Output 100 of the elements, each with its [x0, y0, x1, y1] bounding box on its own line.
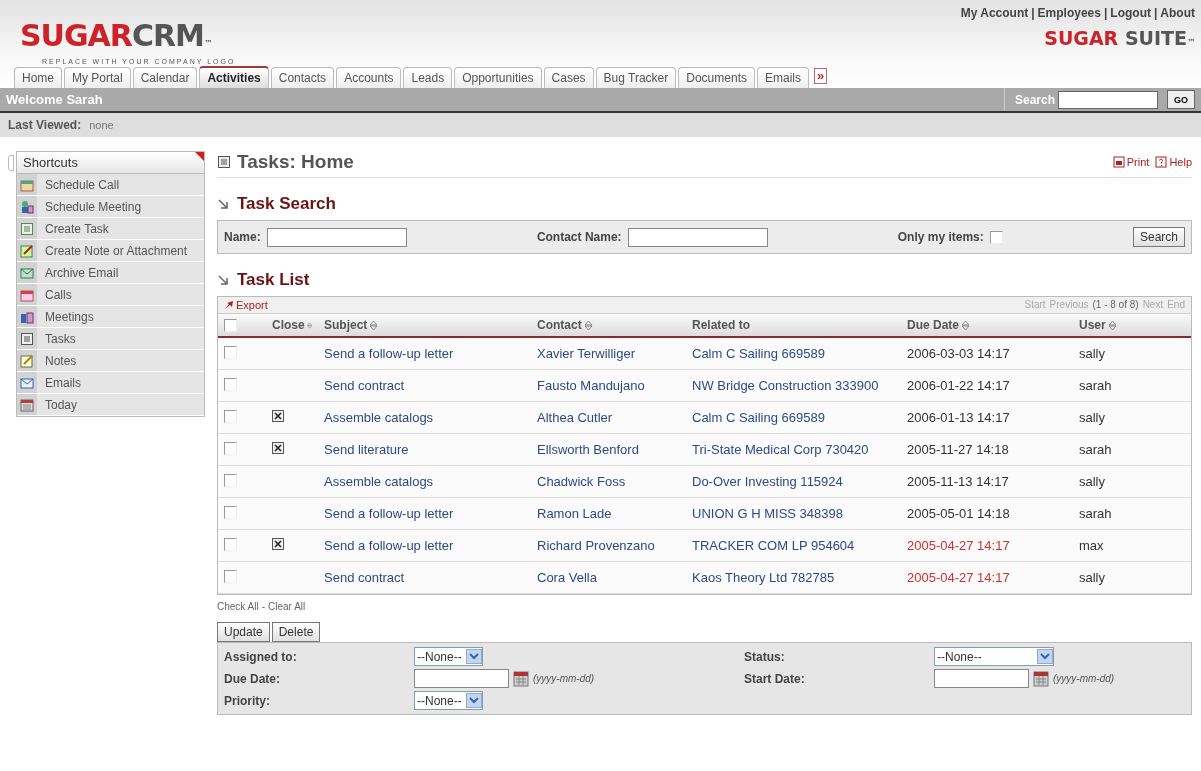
dropdown-field[interactable]: --None-- — [934, 647, 1054, 666]
clear-all-link[interactable]: Clear All — [268, 601, 306, 612]
name-field[interactable] — [266, 227, 407, 247]
nav-tab[interactable]: Emails — [757, 67, 809, 88]
sort-icon[interactable] — [369, 319, 379, 331]
shortcut-item[interactable]: Schedule Meeting — [17, 196, 204, 218]
row-checkbox[interactable] — [224, 378, 237, 391]
date-field[interactable] — [934, 669, 1029, 688]
section-title: Task List — [237, 270, 310, 290]
related-link[interactable]: NW Bridge Construction 333900 — [692, 378, 879, 393]
sort-icon[interactable] — [961, 319, 970, 331]
column-header[interactable]: User — [1079, 318, 1106, 332]
subject-link[interactable]: Send a follow-up letter — [324, 538, 454, 553]
related-link[interactable]: UNION G H MISS 348398 — [692, 506, 843, 521]
sort-icon[interactable] — [1107, 319, 1117, 331]
related-link[interactable]: Do-Over Investing 115924 — [692, 474, 843, 489]
contact-link[interactable]: Ramon Lade — [537, 506, 612, 521]
subject-link[interactable]: Assemble catalogs — [324, 474, 434, 489]
header-link[interactable]: My Account — [960, 6, 1029, 20]
date-field[interactable] — [414, 669, 509, 688]
row-checkbox[interactable] — [224, 410, 237, 423]
shortcut-item[interactable]: Create Note or Attachment — [17, 240, 204, 262]
dropdown-field[interactable]: --None-- — [414, 691, 483, 710]
subject-link[interactable]: Send a follow-up letter — [324, 346, 454, 361]
collapse-handle[interactable] — [8, 155, 14, 171]
shortcut-item[interactable]: Today — [17, 394, 204, 416]
row-checkbox[interactable] — [224, 506, 237, 519]
sort-icon[interactable] — [583, 319, 593, 331]
more-tabs-button[interactable]: » — [814, 68, 828, 84]
page-title: Tasks: Home — [237, 151, 354, 173]
calendar-icon[interactable] — [513, 670, 529, 687]
contact-name-field[interactable] — [627, 227, 768, 247]
column-header[interactable]: Subject — [324, 318, 368, 332]
column-header[interactable]: Due Date — [907, 318, 959, 332]
nav-tab[interactable]: Documents — [678, 67, 755, 88]
contact-link[interactable]: Althea Cutler — [537, 410, 613, 425]
contact-link[interactable]: Chadwick Foss — [537, 474, 626, 489]
related-link[interactable]: Calm C Sailing 669589 — [692, 410, 825, 425]
sort-icon[interactable] — [306, 319, 312, 331]
related-link[interactable]: TRACKER COM LP 954604 — [692, 538, 855, 553]
shortcut-item[interactable]: Tasks — [17, 328, 204, 350]
row-checkbox[interactable] — [224, 442, 237, 455]
nav-tab[interactable]: Cases — [543, 67, 594, 88]
column-header[interactable]: Close — [272, 318, 305, 332]
dropdown-field[interactable]: --None-- — [414, 647, 483, 666]
contact-link[interactable]: Xavier Terwilliger — [537, 346, 635, 361]
nav-tab[interactable]: Contacts — [270, 67, 335, 88]
nav-tab[interactable]: Calendar — [132, 67, 198, 88]
help-icon[interactable] — [1155, 156, 1168, 168]
header-link[interactable]: About — [1160, 6, 1195, 20]
shortcut-item[interactable]: Emails — [17, 372, 204, 394]
subject-link[interactable]: Send contract — [324, 570, 405, 585]
nav-tab[interactable]: Home — [14, 67, 62, 88]
subject-link[interactable]: Send literature — [324, 442, 409, 457]
related-link[interactable]: Tri-State Medical Corp 730420 — [692, 442, 869, 457]
nav-tab[interactable]: Accounts — [336, 67, 402, 88]
help-link[interactable]: Help — [1155, 156, 1192, 168]
user-name: sally — [1079, 474, 1105, 489]
nav-tab[interactable]: Bug Tracker — [595, 67, 677, 88]
related-link[interactable]: Calm C Sailing 669589 — [692, 346, 825, 361]
nav-tab[interactable]: My Portal — [64, 67, 131, 88]
subject-link[interactable]: Send a follow-up letter — [324, 506, 454, 521]
closed-box-icon — [272, 442, 284, 454]
header-link[interactable]: Logout — [1110, 6, 1151, 20]
contact-link[interactable]: Ellsworth Benford — [537, 442, 639, 457]
search-button[interactable]: Search — [1132, 227, 1185, 247]
related-link[interactable]: Kaos Theory Ltd 782785 — [692, 570, 835, 585]
shortcut-item[interactable]: Calls — [17, 284, 204, 306]
contact-link[interactable]: Richard Provenzano — [537, 538, 655, 553]
contact-link[interactable]: Cora Vella — [537, 570, 597, 585]
calendar-icon[interactable] — [1033, 670, 1049, 687]
nav-tab[interactable]: Leads — [403, 67, 453, 88]
printer-icon[interactable] — [1112, 156, 1125, 168]
row-checkbox[interactable] — [224, 474, 237, 487]
action-button[interactable]: Update — [217, 622, 270, 642]
nav-tab[interactable]: Activities — [199, 66, 269, 88]
shortcut-item[interactable]: Create Task — [17, 218, 204, 240]
shortcut-item[interactable]: Schedule Call — [17, 174, 204, 196]
header-link[interactable]: Employees — [1037, 6, 1101, 20]
subject-link[interactable]: Send contract — [324, 378, 405, 393]
arrow-icon[interactable] — [224, 300, 234, 310]
select-all-checkbox[interactable] — [224, 318, 237, 332]
search-field[interactable] — [1058, 90, 1158, 109]
subject-link[interactable]: Assemble catalogs — [324, 410, 434, 425]
contact-link[interactable]: Fausto Mandujano — [537, 378, 645, 393]
document-icon — [20, 221, 34, 236]
shortcut-item[interactable]: Archive Email — [17, 262, 204, 284]
action-button[interactable]: Delete — [271, 622, 321, 642]
shortcut-item[interactable]: Notes — [17, 350, 204, 372]
nav-tab[interactable]: Opportunities — [454, 67, 542, 88]
row-checkbox[interactable] — [224, 346, 237, 359]
column-header[interactable]: Contact — [537, 318, 582, 332]
export-link[interactable]: Export — [224, 299, 268, 311]
only-my-items-checkbox[interactable] — [989, 230, 1003, 244]
row-checkbox[interactable] — [224, 538, 237, 551]
shortcut-item[interactable]: Meetings — [17, 306, 204, 328]
print-link[interactable]: Print — [1112, 156, 1150, 168]
row-checkbox[interactable] — [224, 570, 237, 583]
check-all-link[interactable]: Check All — [217, 601, 259, 612]
go-button[interactable]: GO — [1167, 90, 1195, 109]
